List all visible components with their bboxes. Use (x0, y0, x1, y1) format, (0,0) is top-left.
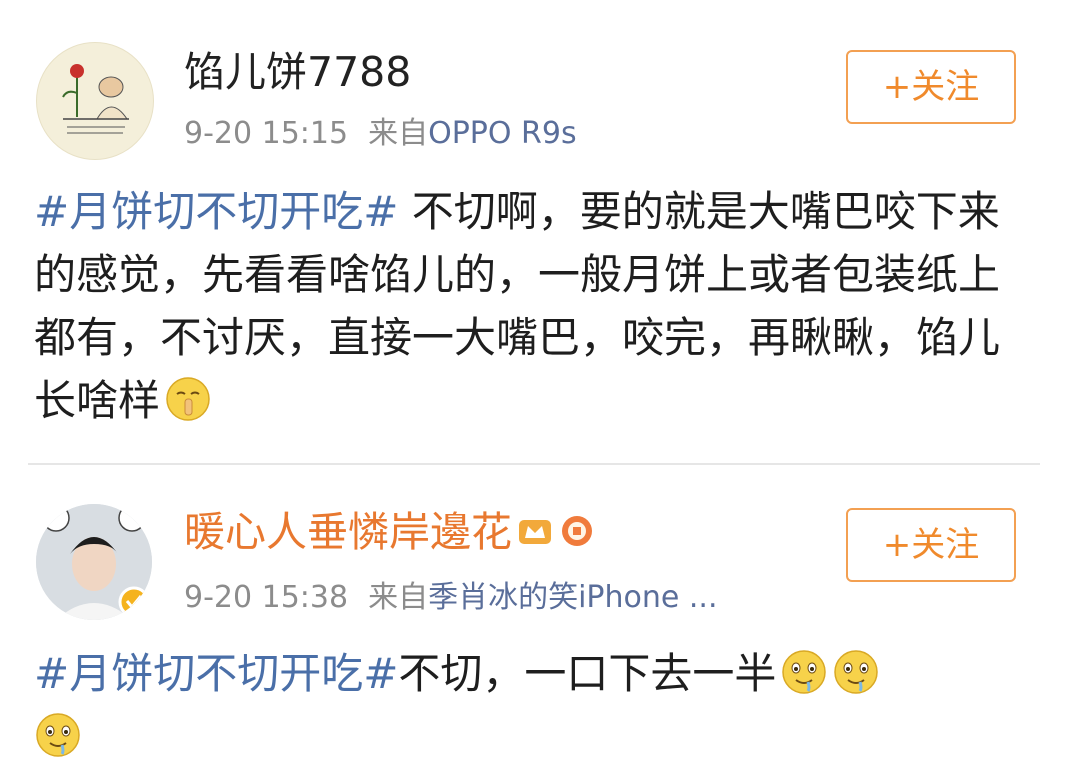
post-source[interactable]: 季肖冰的笑iPhone ... (428, 580, 717, 615)
post-text: 不切，一口下去一半 (398, 649, 777, 698)
drool-emoji-icon (834, 650, 879, 694)
avatar[interactable] (36, 42, 154, 160)
source-prefix: 来自 (368, 580, 429, 615)
post-meta: 9-20 15:15 来自OPPO R9s (184, 116, 577, 152)
drool-emoji-icon (782, 650, 827, 694)
topic-link[interactable]: #月饼切不切开吃# (34, 649, 398, 698)
avatar-illustration-icon (62, 64, 129, 134)
post-divider (28, 463, 1040, 465)
avatar[interactable] (36, 504, 152, 620)
post-meta: 9-20 15:38 来自季肖冰的笑iPhone ... (184, 580, 718, 616)
post-card: 馅儿饼7788 9-20 15:15 来自OPPO R9s +关注 #月饼切不切开… (0, 0, 1080, 462)
post-body: #月饼切不切开吃# 不切啊，要的就是大嘴巴咬下来的感觉，先看看啥馅儿的，一般月饼… (34, 180, 1034, 432)
post-source[interactable]: OPPO R9s (428, 116, 577, 151)
username[interactable]: 暖心人垂憐岸邊花 (184, 508, 596, 556)
post-card: 暖心人垂憐岸邊花 9-20 15:38 来自季肖冰的笑iPhone ... +关注… (0, 468, 1080, 773)
avatar-photo-icon (36, 504, 152, 620)
post-body: #月饼切不切开吃#不切，一口下去一半 (34, 642, 1034, 768)
follow-button[interactable]: +关注 (846, 508, 1016, 582)
follow-button[interactable]: +关注 (846, 50, 1016, 124)
username[interactable]: 馅儿饼7788 (184, 48, 411, 96)
username-text: 暖心人垂憐岸邊花 (184, 508, 512, 556)
shush-emoji-icon (166, 377, 210, 421)
drool-emoji-icon (36, 713, 80, 757)
source-prefix: 来自 (368, 116, 429, 151)
medal-badge-icon (562, 516, 592, 546)
topic-link[interactable]: #月饼切不切开吃# (34, 187, 398, 236)
post-time: 9-20 15:38 (184, 580, 349, 615)
crown-badge-icon (519, 520, 551, 544)
post-time: 9-20 15:15 (184, 116, 349, 151)
